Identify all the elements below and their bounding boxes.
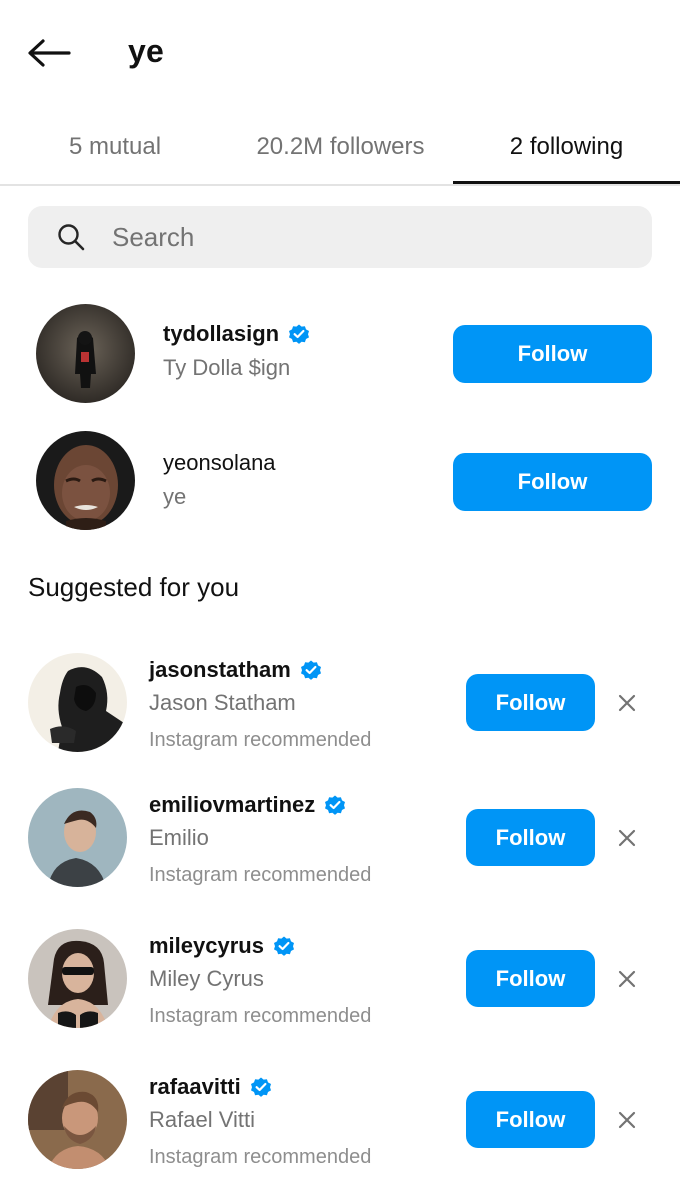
suggested-section-title: Suggested for you (28, 572, 240, 602)
username[interactable]: tydollasign (163, 321, 311, 347)
dismiss-button[interactable] (612, 1105, 642, 1135)
username[interactable]: mileycyrus (149, 933, 296, 959)
verified-badge-icon (289, 324, 310, 344)
avatar[interactable] (36, 304, 135, 403)
search-bar[interactable] (28, 206, 652, 268)
username[interactable]: jasonstatham (149, 657, 323, 683)
verified-badge-icon (325, 795, 346, 815)
top-bar: ye (0, 0, 680, 105)
avatar[interactable] (28, 788, 127, 887)
full-name: ye (163, 484, 187, 509)
tab-following[interactable]: 2 following (453, 110, 680, 184)
dismiss-button[interactable] (612, 964, 642, 994)
full-name: Miley Cyrus (149, 966, 264, 991)
avatar[interactable] (28, 1070, 127, 1169)
username[interactable]: rafaavitti (149, 1074, 273, 1100)
recommendation-note: Instagram recommended (149, 729, 372, 751)
follow-button[interactable]: Follow (466, 1091, 595, 1148)
follow-button[interactable]: Follow (466, 674, 595, 731)
close-icon (618, 829, 636, 847)
search-input[interactable] (112, 221, 592, 253)
tab-followers[interactable]: 20.2M followers (228, 110, 453, 184)
verified-badge-icon (250, 1077, 271, 1097)
search-icon (56, 222, 86, 252)
full-name: Rafael Vitti (149, 1107, 255, 1132)
follow-button[interactable]: Follow (466, 809, 595, 866)
dismiss-button[interactable] (612, 688, 642, 718)
dismiss-button[interactable] (612, 823, 642, 853)
follow-button[interactable]: Follow (466, 950, 595, 1007)
username[interactable]: yeonsolana (163, 450, 276, 476)
verified-badge-icon (273, 936, 294, 956)
verified-badge-icon (300, 660, 321, 680)
close-icon (618, 694, 636, 712)
arrow-left-icon (28, 39, 71, 67)
close-icon (618, 1111, 636, 1129)
avatar[interactable] (36, 431, 135, 530)
avatar[interactable] (28, 653, 127, 752)
back-button[interactable] (24, 30, 74, 76)
recommendation-note: Instagram recommended (149, 864, 372, 886)
full-name: Ty Dolla $ign (163, 355, 291, 380)
full-name: Jason Statham (149, 690, 296, 715)
recommendation-note: Instagram recommended (149, 1146, 372, 1168)
close-icon (618, 970, 636, 988)
full-name: Emilio (149, 825, 209, 850)
tab-bar: 5 mutual 20.2M followers 2 following (0, 110, 680, 186)
follow-button[interactable]: Follow (453, 325, 652, 383)
tab-mutual[interactable]: 5 mutual (20, 110, 210, 184)
page-title: ye (128, 33, 164, 69)
username[interactable]: emiliovmartinez (149, 792, 347, 818)
recommendation-note: Instagram recommended (149, 1005, 372, 1027)
avatar[interactable] (28, 929, 127, 1028)
follow-button[interactable]: Follow (453, 453, 652, 511)
active-tab-indicator (453, 181, 680, 184)
